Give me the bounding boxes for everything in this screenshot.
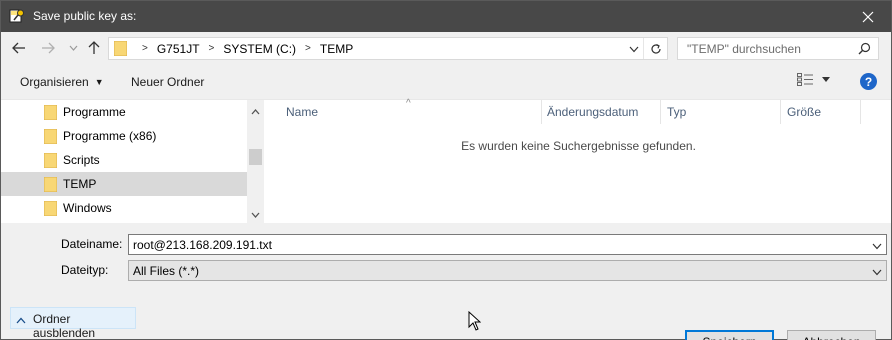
forward-button[interactable] xyxy=(39,39,57,57)
column-divider[interactable] xyxy=(780,100,781,124)
help-button[interactable]: ? xyxy=(860,73,877,90)
column-header-type[interactable]: Typ xyxy=(667,100,686,124)
breadcrumb-separator-icon[interactable]: > xyxy=(305,43,311,54)
filename-value: root@213.168.209.191.txt xyxy=(133,238,272,252)
breadcrumb: > G751JT > SYSTEM (C:) > TEMP xyxy=(133,38,353,59)
nav-item-programme-x86[interactable]: Programme (x86) xyxy=(1,124,247,148)
caret-down-icon xyxy=(822,77,830,82)
details-view-icon xyxy=(797,73,813,86)
up-button[interactable] xyxy=(85,39,103,57)
breadcrumb-separator-icon[interactable]: > xyxy=(209,43,215,54)
address-bar[interactable]: > G751JT > SYSTEM (C:) > TEMP xyxy=(108,37,668,60)
filetype-dropdown-button[interactable] xyxy=(872,265,882,279)
hide-folders-button[interactable]: Ordner ausblenden xyxy=(10,307,136,340)
folder-icon xyxy=(43,104,58,123)
folder-icon xyxy=(43,200,58,219)
recent-locations-button[interactable] xyxy=(64,39,82,57)
new-folder-label: Neuer Ordner xyxy=(131,75,205,89)
breadcrumb-item[interactable]: SYSTEM (C:) xyxy=(223,42,296,56)
folder-icon xyxy=(43,128,58,147)
address-row: > G751JT > SYSTEM (C:) > TEMP "TEMP" dur… xyxy=(1,32,891,64)
back-button[interactable] xyxy=(10,39,28,57)
navigation-pane: Programme Programme (x86) Scripts TEMP W… xyxy=(1,99,266,224)
nav-item-label: Scripts xyxy=(63,153,100,167)
breadcrumb-item[interactable]: G751JT xyxy=(157,42,200,56)
folder-icon xyxy=(43,152,58,171)
cancel-button[interactable]: Abbrechen xyxy=(787,330,876,340)
search-input[interactable]: "TEMP" durchsuchen xyxy=(677,37,879,60)
column-header-name[interactable]: Name xyxy=(286,100,318,124)
organize-label: Organisieren xyxy=(20,75,89,89)
chevron-down-icon xyxy=(251,212,260,218)
nav-scrollbar[interactable] xyxy=(247,100,264,224)
column-header-date[interactable]: Änderungsdatum xyxy=(547,100,638,124)
column-divider[interactable] xyxy=(541,100,542,124)
nav-item-label: Programme xyxy=(63,105,126,119)
chevron-down-icon xyxy=(872,243,882,250)
scroll-down-button[interactable] xyxy=(251,207,260,221)
close-button[interactable] xyxy=(845,1,891,32)
breadcrumb-separator-icon: > xyxy=(142,43,148,54)
scroll-thumb[interactable] xyxy=(249,149,262,165)
title-bar: Save public key as: xyxy=(1,1,891,32)
file-list: ^ Name Änderungsdatum Typ Größe Es wurde… xyxy=(266,98,891,223)
filename-field[interactable]: root@213.168.209.191.txt xyxy=(128,234,887,255)
close-icon xyxy=(862,11,874,22)
caret-down-icon: ▼ xyxy=(94,77,104,87)
organize-menu-button[interactable]: Organisieren ▼ xyxy=(20,75,104,89)
breadcrumb-item[interactable]: TEMP xyxy=(320,42,353,56)
arrow-right-icon xyxy=(42,42,55,54)
folder-icon xyxy=(43,176,58,195)
nav-item-temp[interactable]: TEMP xyxy=(1,172,247,196)
nav-item-programme[interactable]: Programme xyxy=(1,100,247,124)
command-bar: Organisieren ▼ Neuer Ordner ? xyxy=(1,64,891,99)
nav-item-scripts[interactable]: Scripts xyxy=(1,148,247,172)
arrow-up-icon xyxy=(88,41,100,54)
filename-dropdown-button[interactable] xyxy=(872,239,882,253)
save-dialog: Save public key as: > G751JT > SYSTEM (C… xyxy=(0,0,892,340)
refresh-icon xyxy=(650,43,661,54)
column-divider[interactable] xyxy=(860,100,861,124)
window-title: Save public key as: xyxy=(33,9,137,23)
view-options-button[interactable] xyxy=(797,73,830,86)
nav-item-label: TEMP xyxy=(63,177,97,191)
filetype-select[interactable]: All Files (*.*) xyxy=(128,260,887,281)
app-key-icon xyxy=(9,8,25,24)
search-placeholder: "TEMP" durchsuchen xyxy=(687,42,801,56)
column-header-size[interactable]: Größe xyxy=(787,100,821,124)
save-form: Dateiname: root@213.168.209.191.txt Date… xyxy=(1,223,891,340)
filename-label: Dateiname: xyxy=(61,237,123,251)
hide-folders-label: Ordner ausblenden xyxy=(33,312,96,340)
address-dropdown-button[interactable] xyxy=(629,42,639,56)
filetype-label: Dateityp: xyxy=(61,263,109,277)
refresh-button[interactable] xyxy=(643,38,667,59)
chevron-down-icon xyxy=(872,269,882,276)
nav-item-label: Windows xyxy=(63,201,112,215)
mouse-cursor-icon xyxy=(468,310,482,334)
chevron-up-icon xyxy=(16,313,26,327)
filetype-value: All Files (*.*) xyxy=(133,264,200,278)
scroll-up-button[interactable] xyxy=(251,104,260,118)
nav-item-label: Programme (x86) xyxy=(63,129,157,143)
sort-ascending-icon: ^ xyxy=(406,98,411,109)
save-button[interactable]: Speichern xyxy=(685,330,774,340)
column-divider[interactable] xyxy=(660,100,661,124)
chevron-down-icon xyxy=(629,46,639,53)
empty-results-message: Es wurden keine Suchergebnisse gefunden. xyxy=(461,139,696,153)
arrow-left-icon xyxy=(12,42,25,54)
new-folder-button[interactable]: Neuer Ordner xyxy=(131,75,204,89)
chevron-up-icon xyxy=(251,109,260,115)
chevron-down-icon xyxy=(69,45,77,51)
search-icon[interactable] xyxy=(858,42,871,58)
nav-item-windows[interactable]: Windows xyxy=(1,196,247,220)
folder-icon xyxy=(113,40,128,59)
